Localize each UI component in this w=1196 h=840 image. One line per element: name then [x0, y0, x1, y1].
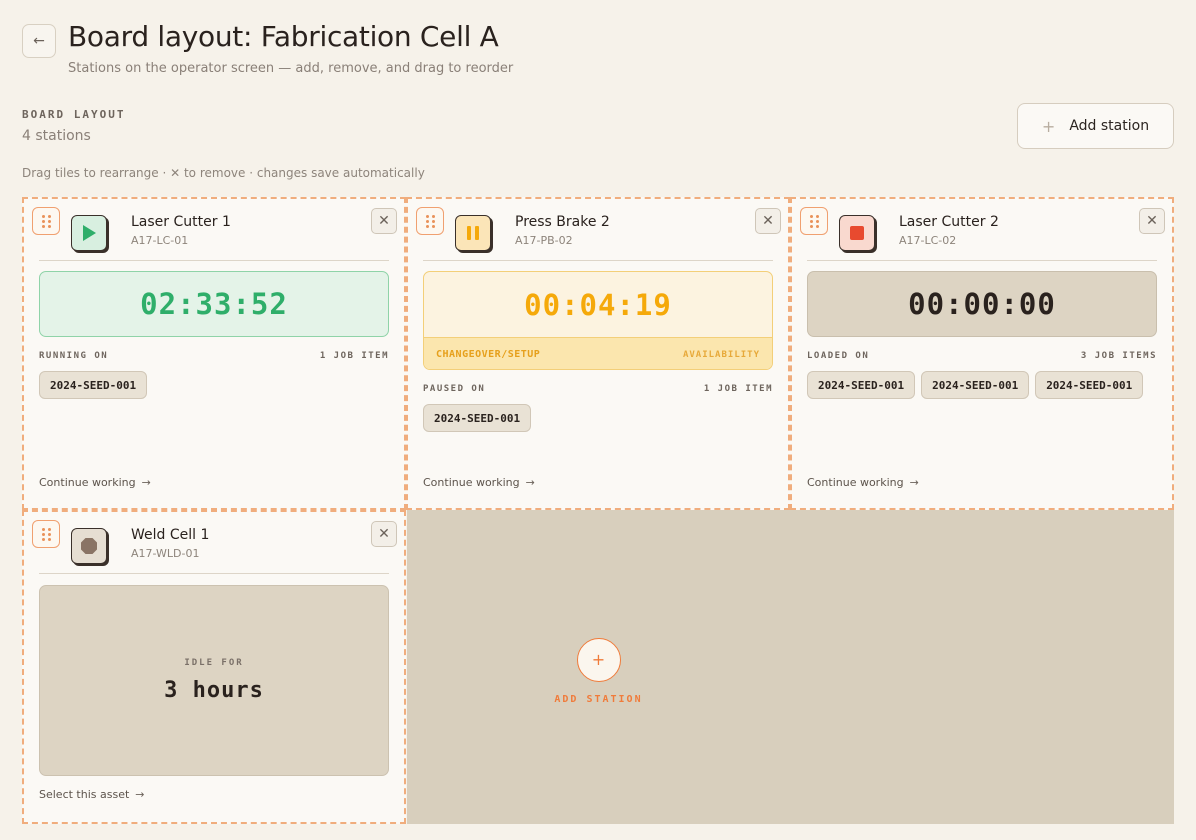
job-chip[interactable]: 2024-SEED-001 — [39, 371, 148, 399]
remove-station-button[interactable]: ✕ — [755, 208, 781, 234]
drag-handle-icon[interactable] — [32, 207, 60, 235]
job-item-count: 1 JOB ITEM — [319, 351, 389, 361]
station-timer: 00:00:00 — [807, 271, 1157, 337]
station-timer: 00:04:19 — [524, 287, 672, 322]
station-name: Laser Cutter 1 — [131, 214, 231, 230]
continue-working-link[interactable]: Continue working → — [39, 476, 151, 489]
job-chip[interactable]: 2024-SEED-001 — [1035, 371, 1144, 399]
station-meta: RUNNING ON 1 JOB ITEM — [39, 351, 389, 361]
divider — [807, 260, 1157, 261]
plus-icon[interactable]: + — [576, 637, 621, 682]
remove-station-button[interactable]: ✕ — [371, 521, 397, 547]
footer-link-label: Continue working — [423, 476, 520, 489]
continue-working-link[interactable]: Continue working → — [423, 476, 535, 489]
station-meta: LOADED ON 3 JOB ITEMS — [807, 351, 1157, 361]
plus-icon: + — [1041, 116, 1056, 136]
divider — [39, 573, 389, 574]
continue-working-link[interactable]: Continue working → — [807, 476, 919, 489]
job-chip[interactable]: 2024-SEED-001 — [921, 371, 1030, 399]
station-count: 4 stations — [22, 128, 91, 144]
add-station-slot-label: ADD STATION — [554, 693, 643, 705]
page-subtitle: Stations on the operator screen — add, r… — [68, 61, 514, 76]
station-code: A17-LC-02 — [899, 234, 957, 247]
arrow-right-icon: → — [909, 476, 919, 489]
remove-station-button[interactable]: ✕ — [1139, 208, 1165, 234]
section-label: BOARD LAYOUT — [22, 108, 126, 121]
divider — [39, 260, 389, 261]
add-station-button[interactable]: + Add station — [1017, 103, 1174, 149]
remove-station-button[interactable]: ✕ — [371, 208, 397, 234]
select-asset-link[interactable]: Select this asset → — [39, 788, 145, 801]
station-timer-panel: 00:04:19 CHANGEOVER/SETUP AVAILABILITY — [423, 271, 773, 370]
idle-panel: IDLE FOR 3 hours — [39, 585, 389, 776]
pause-icon — [455, 215, 491, 251]
station-board: Laser Cutter 1 A17-LC-01 ✕ 02:33:52 RUNN… — [22, 197, 1174, 824]
idle-label: IDLE FOR — [184, 658, 244, 668]
close-icon: ✕ — [378, 526, 390, 542]
footer-link-label: Select this asset — [39, 788, 130, 801]
arrow-left-icon: ← — [33, 33, 45, 49]
arrow-right-icon: → — [135, 788, 145, 801]
arrow-right-icon: → — [525, 476, 535, 489]
pause-reason-label: CHANGEOVER/SETUP — [436, 349, 541, 360]
back-button[interactable]: ← — [22, 24, 56, 58]
station-name: Laser Cutter 2 — [899, 214, 999, 230]
close-icon: ✕ — [1146, 213, 1158, 229]
station-code: A17-LC-01 — [131, 234, 189, 247]
station-timer: 02:33:52 — [39, 271, 389, 337]
job-item-count: 1 JOB ITEM — [703, 384, 773, 394]
station-tile-laser-cutter-2[interactable]: Laser Cutter 2 A17-LC-02 ✕ 00:00:00 LOAD… — [790, 197, 1174, 510]
close-icon: ✕ — [762, 213, 774, 229]
footer-link-label: Continue working — [39, 476, 136, 489]
add-station-slot[interactable]: + ADD STATION — [407, 510, 790, 824]
station-name: Weld Cell 1 — [131, 527, 210, 543]
job-item-count: 3 JOB ITEMS — [1080, 351, 1157, 361]
job-chips: 2024-SEED-001 — [39, 371, 389, 399]
station-code: A17-WLD-01 — [131, 547, 200, 560]
pause-reason-category: AVAILABILITY — [682, 349, 760, 360]
drag-handle-icon[interactable] — [800, 207, 828, 235]
divider — [423, 260, 773, 261]
job-chip[interactable]: 2024-SEED-001 — [423, 404, 532, 432]
station-code: A17-PB-02 — [515, 234, 573, 247]
close-icon: ✕ — [378, 213, 390, 229]
station-meta: PAUSED ON 1 JOB ITEM — [423, 384, 773, 394]
add-station-button-label: Add station — [1069, 118, 1150, 134]
arrow-right-icon: → — [141, 476, 151, 489]
play-icon — [71, 215, 107, 251]
status-label: PAUSED ON — [423, 384, 486, 394]
drag-handle-icon[interactable] — [32, 520, 60, 548]
job-chips: 2024-SEED-001 2024-SEED-001 2024-SEED-00… — [807, 371, 1157, 399]
pause-reason: CHANGEOVER/SETUP AVAILABILITY — [424, 337, 772, 369]
octagon-icon — [71, 528, 107, 564]
board-hint: Drag tiles to rearrange · ✕ to remove · … — [22, 166, 425, 180]
status-label: RUNNING ON — [39, 351, 109, 361]
idle-duration: 3 hours — [164, 678, 264, 703]
job-chips: 2024-SEED-001 — [423, 404, 773, 432]
footer-link-label: Continue working — [807, 476, 904, 489]
station-tile-press-brake-2[interactable]: Press Brake 2 A17-PB-02 ✕ 00:04:19 CHANG… — [406, 197, 790, 510]
station-name: Press Brake 2 — [515, 214, 610, 230]
station-tile-weld-cell-1[interactable]: Weld Cell 1 A17-WLD-01 ✕ IDLE FOR 3 hour… — [22, 510, 406, 824]
stop-icon — [839, 215, 875, 251]
page-title: Board layout: Fabrication Cell A — [68, 20, 499, 53]
job-chip[interactable]: 2024-SEED-001 — [807, 371, 916, 399]
station-tile-laser-cutter-1[interactable]: Laser Cutter 1 A17-LC-01 ✕ 02:33:52 RUNN… — [22, 197, 406, 510]
status-label: LOADED ON — [807, 351, 870, 361]
drag-handle-icon[interactable] — [416, 207, 444, 235]
